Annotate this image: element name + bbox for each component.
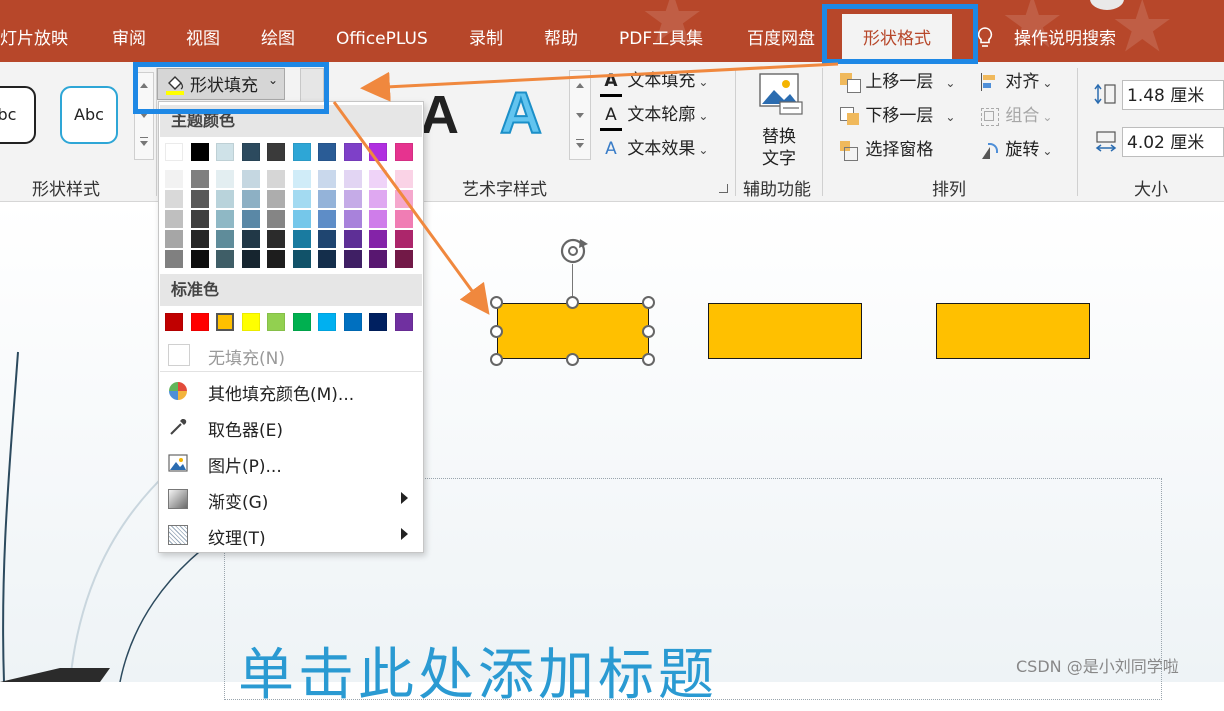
annotation-arrows [332,62,839,315]
arrow-tab-to-fill [360,62,839,102]
arrow-fill-to-shape [332,101,490,315]
